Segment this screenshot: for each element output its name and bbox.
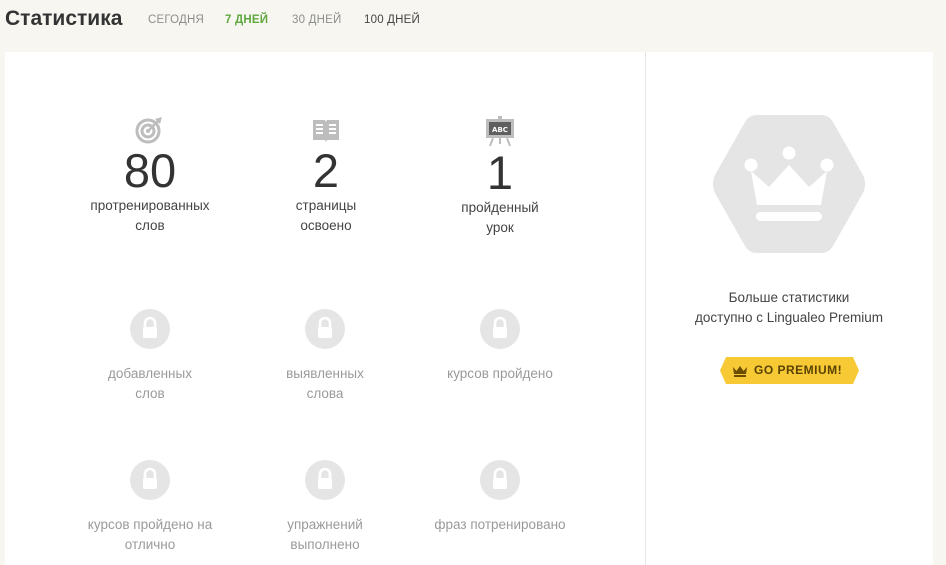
go-premium-label: GO PREMIUM! [754, 363, 843, 377]
locked-stat-identified-words: выявленных слова [240, 309, 410, 404]
stat-value: 1 [486, 146, 514, 199]
locked-stat-label: курсов пройдено [447, 366, 553, 381]
locked-stat-exercises-done: упражнений выполнено [240, 460, 410, 555]
tab-7-days[interactable]: 7 ДНЕЙ [225, 14, 268, 26]
stat-label: страницы освоено [295, 198, 357, 233]
page-header: Статистика СЕГОДНЯ 7 ДНЕЙ 30 ДНЕЙ 100 ДН… [0, 0, 946, 40]
crown-hexagon-icon [713, 115, 865, 253]
stat-pages-learned: 2 страницы освоено [241, 116, 411, 236]
tab-30-days[interactable]: 30 ДНЕЙ [292, 14, 341, 26]
target-icon [135, 117, 162, 144]
stat-trained-words: 80 протренированных слов [65, 116, 235, 236]
page-title: Статистика [5, 7, 123, 30]
stat-value: 2 [312, 144, 340, 197]
locked-stat-courses-excellent: курсов пройдено на отлично [65, 460, 235, 555]
locked-stat-courses-completed: курсов пройдено [415, 309, 585, 384]
locked-stat-label: выявленных слова [286, 366, 364, 401]
locked-stat-label: добавленных слов [108, 366, 192, 401]
locked-stat-label: упражнений выполнено [287, 517, 363, 552]
stat-label: протренированных слов [90, 198, 210, 233]
locked-stat-added-words: добавленных слов [65, 309, 235, 404]
locked-stat-label: курсов пройдено на отлично [87, 517, 213, 552]
book-icon [313, 120, 339, 142]
premium-promo-text: Больше статистики доступно с Lingualeo P… [694, 290, 884, 325]
lock-icon [130, 309, 170, 349]
stat-lessons-completed: ABC 1 пройденный урок [415, 116, 585, 238]
locked-stat-phrases-trained: фраз потренировано [415, 460, 585, 535]
svg-text:ABC: ABC [492, 126, 508, 134]
tab-100-days[interactable]: 100 ДНЕЙ [364, 14, 420, 26]
panel-divider [645, 52, 646, 565]
tab-today[interactable]: СЕГОДНЯ [148, 14, 204, 26]
lock-icon [305, 460, 345, 500]
stat-label: пройденный урок [461, 200, 539, 235]
lock-icon [480, 309, 520, 349]
locked-stat-label: фраз потренировано [434, 517, 566, 532]
lock-icon [305, 309, 345, 349]
stat-value: 80 [123, 144, 177, 197]
go-premium-button[interactable]: GO PREMIUM! [720, 357, 859, 384]
lock-icon [480, 460, 520, 500]
chalkboard-icon: ABC [486, 116, 514, 146]
crown-icon [733, 366, 747, 377]
lock-icon [130, 460, 170, 500]
